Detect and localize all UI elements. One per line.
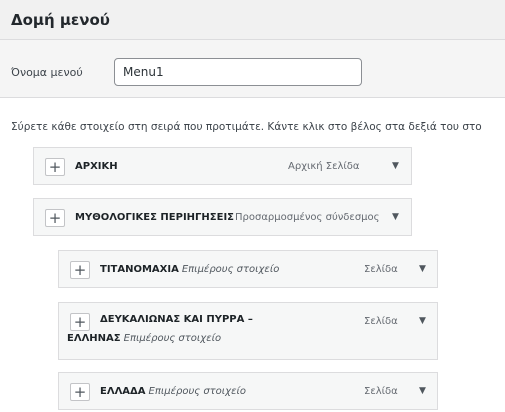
menu-item-title-text: ΕΛΛΑΔΑ (100, 386, 146, 397)
section-title: Δομή μενού (11, 11, 110, 29)
menu-item-archiki[interactable]: + ΑΡΧΙΚΗ Αρχική Σελίδα ▼ (33, 147, 412, 185)
menu-item-type: Αρχική Σελίδα (288, 161, 360, 172)
triangle-down-icon[interactable]: ▼ (392, 212, 399, 222)
menu-item-subtitle: Επιμέρους στοιχείο (123, 333, 222, 344)
menu-item-title: ΜΥΘΟΛΟΓΙΚΕΣ ΠΕΡΙΗΓΗΣΕΙΣ (75, 212, 234, 223)
menu-item-subtitle: Επιμέρους στοιχείο (148, 386, 247, 397)
menu-name-input[interactable] (114, 58, 362, 86)
triangle-down-icon[interactable]: ▼ (419, 316, 426, 326)
triangle-down-icon[interactable]: ▼ (419, 264, 426, 274)
menu-item-ellada[interactable]: + ΕΛΛΑΔΑ Επιμέρους στοιχείο Σελίδα ▼ (58, 372, 438, 410)
menu-item-title: ΔΕΥΚΑΛΙΩΝΑΣ ΚΑΙ ΠΥΡΡΑ – ΕΛΛΗΝΑΣ Επιμέρους… (67, 310, 317, 348)
menu-item-type: Σελίδα (364, 316, 398, 327)
menu-name-label: Όνομα μενού (11, 66, 83, 79)
plus-icon[interactable]: + (70, 261, 90, 279)
menu-item-title-text: ΤΙΤΑΝΟΜΑΧΙΑ (100, 264, 179, 275)
menu-item-type: Προσαρμοσμένος σύνδεσμος (235, 212, 380, 223)
menu-item-title: ΕΛΛΑΔΑ Επιμέρους στοιχείο (100, 386, 246, 397)
menu-item-subtitle: Επιμέρους στοιχείο (181, 264, 280, 275)
menu-item-mythologikes[interactable]: + ΜΥΘΟΛΟΓΙΚΕΣ ΠΕΡΙΗΓΗΣΕΙΣ Προσαρμοσμένος… (33, 198, 412, 236)
menu-item-title-text: ΑΡΧΙΚΗ (75, 161, 118, 172)
menu-structure-header: Δομή μενού (0, 0, 505, 40)
menu-item-title: ΑΡΧΙΚΗ (75, 161, 118, 172)
triangle-down-icon[interactable]: ▼ (419, 386, 426, 396)
menu-item-type: Σελίδα (364, 264, 398, 275)
menu-item-deukalionas[interactable]: + ΔΕΥΚΑΛΙΩΝΑΣ ΚΑΙ ΠΥΡΡΑ – ΕΛΛΗΝΑΣ Επιμέρο… (58, 302, 438, 360)
menu-item-titanomachia[interactable]: + ΤΙΤΑΝΟΜΑΧΙΑ Επιμέρους στοιχείο Σελίδα ▼ (58, 250, 438, 288)
plus-icon[interactable]: + (45, 158, 65, 176)
instructions-text: Σύρετε κάθε στοιχείο στη σειρά που προτι… (11, 121, 482, 133)
triangle-down-icon[interactable]: ▼ (392, 161, 399, 171)
menu-name-row: Όνομα μενού (0, 40, 505, 98)
menu-item-type: Σελίδα (364, 386, 398, 397)
menu-item-title: ΤΙΤΑΝΟΜΑΧΙΑ Επιμέρους στοιχείο (100, 264, 279, 275)
plus-icon[interactable]: + (45, 209, 65, 227)
plus-icon[interactable]: + (70, 383, 90, 401)
menu-item-title-text: ΜΥΘΟΛΟΓΙΚΕΣ ΠΕΡΙΗΓΗΣΕΙΣ (75, 212, 234, 223)
